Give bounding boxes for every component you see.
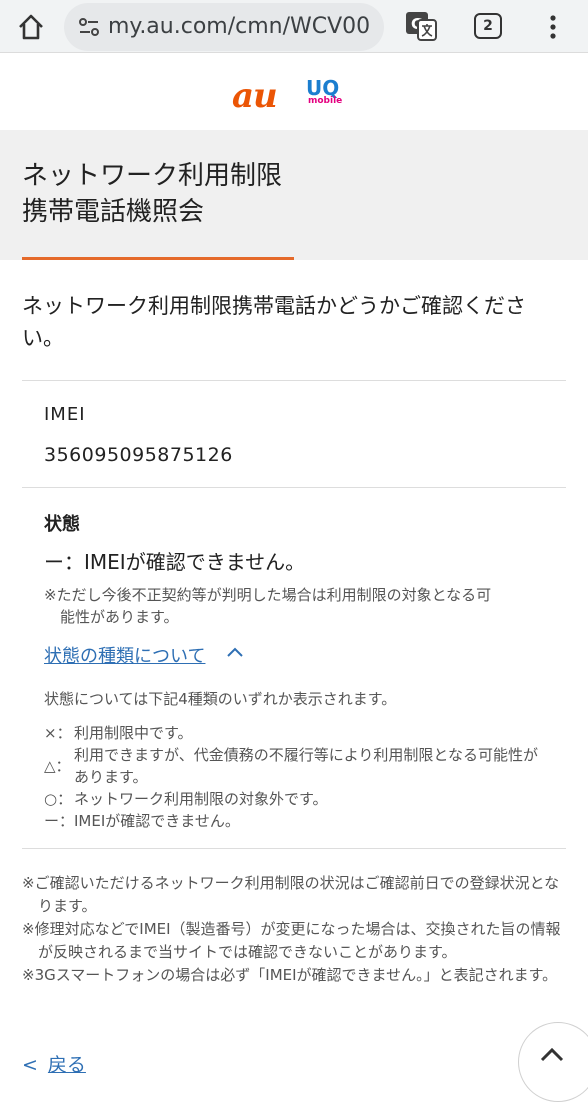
au-logo: au <box>232 76 278 116</box>
page-title: ネットワーク利用制限 携帯電話機照会 <box>22 161 283 227</box>
status-value: ー：IMEIが確認できません。 <box>44 550 306 574</box>
more-menu-icon[interactable] <box>544 12 562 42</box>
status-types-list: ×： 利用制限中です。 △： 利用できますが、代金債務の不履行等により利用制限と… <box>44 722 544 832</box>
imei-label: IMEI <box>44 404 86 425</box>
status-label: 状態 <box>44 514 80 535</box>
footnotes: ※ご確認いただけるネットワーク利用制限の状況はご確認前日での登録状況となります。… <box>22 872 570 987</box>
divider <box>22 380 566 381</box>
browser-toolbar: my.au.com/cmn/WCV00 G 2 <box>0 0 588 53</box>
url-text[interactable]: my.au.com/cmn/WCV00 <box>108 14 380 39</box>
home-icon[interactable] <box>16 12 46 42</box>
address-bar[interactable]: my.au.com/cmn/WCV00 <box>64 3 384 51</box>
tab-switcher-button[interactable]: 2 <box>474 13 502 39</box>
divider <box>22 487 566 488</box>
chevron-up-icon[interactable] <box>226 645 244 659</box>
status-types-intro: 状態については下記4種類のいずれか表示されます。 <box>44 690 397 708</box>
chevron-up-icon <box>540 1047 564 1062</box>
status-type-item: ×： 利用制限中です。 <box>44 724 193 742</box>
back-link[interactable]: < 戻る <box>22 1050 86 1077</box>
status-note: ※ただし今後不正契約等が判明した場合は利用制限の対象となる可 能性があります。 <box>44 586 492 626</box>
title-underline <box>22 257 294 260</box>
divider <box>22 848 566 849</box>
status-type-item: ー： IMEIが確認できません。 <box>44 812 240 830</box>
site-settings-icon[interactable] <box>78 17 100 37</box>
uq-mobile-logo: UQ mobile <box>306 76 343 106</box>
translate-icon[interactable]: G <box>404 10 438 42</box>
status-types-link[interactable]: 状態の種類について <box>44 642 205 668</box>
imei-value: 356095095875126 <box>44 444 233 466</box>
footnote: ※修理対応などでIMEI（製造番号）が変更になった場合は、交換された旨の情報が反… <box>22 920 561 961</box>
intro-text: ネットワーク利用制限携帯電話かどうかご確認ください。 <box>22 294 526 350</box>
chevron-left-icon: < <box>22 1054 38 1076</box>
footnote: ※3Gスマートフォンの場合は必ず「IMEIが確認できません。」と表記されます。 <box>22 966 558 984</box>
brand-header: au UQ mobile <box>0 66 588 130</box>
page-title-band: ネットワーク利用制限 携帯電話機照会 <box>0 130 588 260</box>
scroll-to-top-button[interactable] <box>518 1022 588 1102</box>
footnote: ※ご確認いただけるネットワーク利用制限の状況はご確認前日での登録状況となります。 <box>22 874 560 915</box>
status-type-item: △： 利用できますが、代金債務の不履行等により利用制限となる可能性があります。 <box>44 746 538 786</box>
status-type-item: ○： ネットワーク利用制限の対象外です。 <box>44 790 328 808</box>
